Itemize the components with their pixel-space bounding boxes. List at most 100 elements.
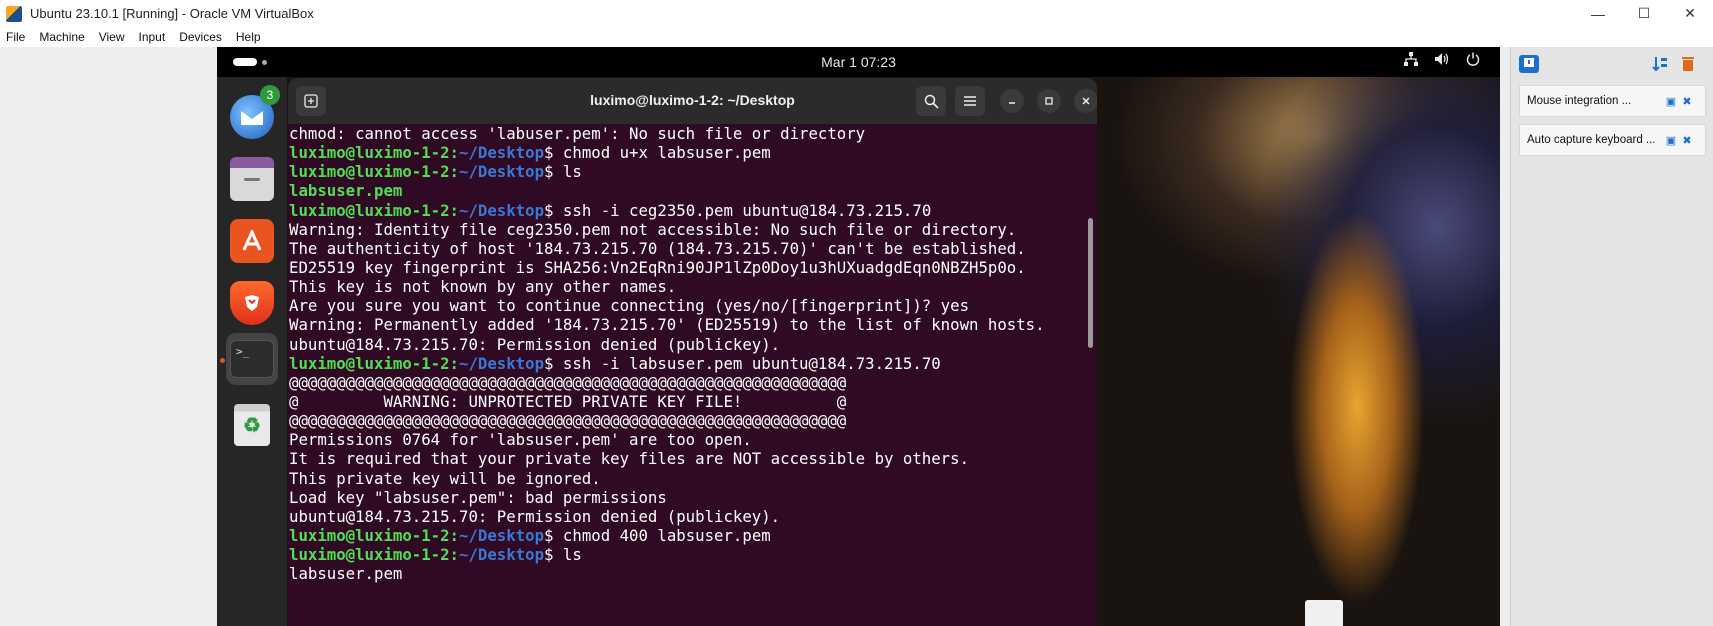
notification-center-icon[interactable] <box>1519 55 1539 73</box>
command-text: chmod 400 labsuser.pem <box>553 525 771 545</box>
brave-icon <box>230 281 274 325</box>
command-text: ls <box>553 162 582 182</box>
terminal-line: labsuser.pem <box>289 181 1089 200</box>
terminal-line: luximo@luximo-1-2:~/Desktop$ chmod 400 l… <box>289 526 1089 545</box>
notification-auto-capture[interactable]: Auto capture keyboard ... ▣ ✖ <box>1519 124 1706 156</box>
prompt-user: luximo@luximo-1-2: <box>289 143 460 163</box>
dock-item-thunderbird[interactable]: 3 <box>226 85 280 143</box>
menu-devices[interactable]: Devices <box>179 30 222 44</box>
power-icon[interactable] <box>1466 52 1480 69</box>
gnome-topbar: Mar 1 07:23 <box>217 47 1500 77</box>
terminal-minimize-button[interactable] <box>1000 89 1024 113</box>
info-toggle-icon[interactable]: ▣ <box>1663 95 1679 108</box>
file-entry: labsuser.pem <box>289 181 403 201</box>
search-button[interactable] <box>916 86 946 116</box>
menu-machine[interactable]: Machine <box>39 30 84 44</box>
output-text: Permissions 0764 for 'labsuser.pem' are … <box>289 430 752 450</box>
terminal-line: luximo@luximo-1-2:~/Desktop$ ls <box>289 545 1089 564</box>
host-left-margin <box>0 47 217 626</box>
terminal-line: Load key "labsuser.pem": bad permissions <box>289 488 1089 507</box>
prompt-user: luximo@luximo-1-2: <box>289 525 460 545</box>
dock-item-terminal[interactable]: >_ <box>226 333 278 385</box>
menu-file[interactable]: File <box>6 30 25 44</box>
output-text: Warning: Identity file ceg2350.pem not a… <box>289 219 1017 239</box>
app-center-icon <box>230 219 274 263</box>
menu-button[interactable] <box>955 86 985 116</box>
active-app-indicator <box>220 358 225 363</box>
host-menubar: File Machine View Input Devices Help <box>0 27 1713 47</box>
terminal-line: @@@@@@@@@@@@@@@@@@@@@@@@@@@@@@@@@@@@@@@@… <box>289 373 1089 392</box>
dock-item-brave[interactable] <box>226 277 278 329</box>
prompt-path: ~/Desktop <box>459 143 545 163</box>
terminal-line: The authenticity of host '184.73.215.70 … <box>289 239 1089 258</box>
close-icon <box>1082 97 1090 105</box>
terminal-line: ubuntu@184.73.215.70: Permission denied … <box>289 335 1089 354</box>
prompt-path: ~/Desktop <box>459 200 545 220</box>
notification-label: Auto capture keyboard ... <box>1527 134 1656 146</box>
terminal-maximize-button[interactable] <box>1037 89 1061 113</box>
maximize-button[interactable]: ☐ <box>1621 0 1667 27</box>
info-toggle-icon[interactable]: ▣ <box>1663 134 1679 147</box>
terminal-line: Warning: Permanently added '184.73.215.7… <box>289 315 1089 334</box>
terminal-line: luximo@luximo-1-2:~/Desktop$ ssh -i ceg2… <box>289 201 1089 220</box>
terminal-headerbar: luximo@luximo-1-2: ~/Desktop <box>288 78 1097 124</box>
output-text: @@@@@@@@@@@@@@@@@@@@@@@@@@@@@@@@@@@@@@@@… <box>289 372 847 392</box>
sort-icon[interactable] <box>1651 55 1669 78</box>
output-text: It is required that your private key fil… <box>289 449 970 469</box>
host-titlebar: Ubuntu 23.10.1 [Running] - Oracle VM Vir… <box>0 0 1713 27</box>
dock-item-trash[interactable]: ♻ <box>226 399 278 451</box>
terminal-line: Warning: Identity file ceg2350.pem not a… <box>289 220 1089 239</box>
output-text: ubuntu@184.73.215.70: Permission denied … <box>289 334 781 354</box>
files-icon <box>230 157 274 201</box>
clock[interactable]: Mar 1 07:23 <box>217 54 1500 70</box>
prompt-user: luximo@luximo-1-2: <box>289 200 460 220</box>
notification-mouse-integration[interactable]: Mouse integration ... ▣ ✖ <box>1519 85 1706 117</box>
prompt-path: ~/Desktop <box>459 545 545 565</box>
terminal-close-button[interactable] <box>1074 89 1097 113</box>
close-button[interactable]: ✕ <box>1667 0 1713 27</box>
volume-icon[interactable] <box>1434 52 1450 69</box>
command-text: ssh -i labsuser.pem ubuntu@184.73.215.70 <box>553 353 941 373</box>
prompt-user: luximo@luximo-1-2: <box>289 162 460 182</box>
close-icon[interactable]: ✖ <box>1679 95 1695 108</box>
terminal-window[interactable]: luximo@luximo-1-2: ~/Desktop chmod: cann… <box>288 78 1097 626</box>
terminal-line: chmod: cannot access 'labuser.pem': No s… <box>289 124 1089 143</box>
command-text: chmod u+x labsuser.pem <box>553 143 771 163</box>
window-controls: — ☐ ✕ <box>1575 0 1713 27</box>
output-text: The authenticity of host '184.73.215.70 … <box>289 238 1026 258</box>
guest-screen[interactable]: Mar 1 07:23 3 >_ ♻ luximo@luximo-1-2: ~/… <box>217 47 1500 626</box>
menu-help[interactable]: Help <box>236 30 261 44</box>
output-text: labsuser.pem <box>289 564 403 584</box>
clear-notifications-icon[interactable] <box>1679 55 1697 78</box>
terminal-line: It is required that your private key fil… <box>289 449 1089 468</box>
output-text: @@@@@@@@@@@@@@@@@@@@@@@@@@@@@@@@@@@@@@@@… <box>289 411 847 431</box>
prompt-path: ~/Desktop <box>459 353 545 373</box>
terminal-scrollbar[interactable] <box>1088 218 1093 348</box>
system-tray[interactable] <box>1404 52 1480 69</box>
close-icon[interactable]: ✖ <box>1679 134 1695 147</box>
prompt-path: ~/Desktop <box>459 162 545 182</box>
terminal-line: Are you sure you want to continue connec… <box>289 296 1089 315</box>
hamburger-icon <box>964 96 976 106</box>
output-text: chmod: cannot access 'labuser.pem': No s… <box>289 124 866 143</box>
terminal-line: ED25519 key fingerprint is SHA256:Vn2EqR… <box>289 258 1089 277</box>
output-text: This key is not known by any other names… <box>289 277 677 297</box>
network-icon[interactable] <box>1404 52 1418 69</box>
menu-input[interactable]: Input <box>139 30 166 44</box>
terminal-line: luximo@luximo-1-2:~/Desktop$ ls <box>289 162 1089 181</box>
prompt-user: luximo@luximo-1-2: <box>289 545 460 565</box>
command-text: ls <box>553 545 582 565</box>
desktop-file-icon[interactable] <box>1305 600 1343 626</box>
terminal-output[interactable]: chmod: cannot access 'labuser.pem': No s… <box>288 124 1089 626</box>
dock-item-files[interactable] <box>226 153 278 205</box>
menu-view[interactable]: View <box>99 30 125 44</box>
terminal-icon: >_ <box>230 340 274 378</box>
terminal-line: Permissions 0764 for 'labsuser.pem' are … <box>289 430 1089 449</box>
trash-icon: ♻ <box>234 404 270 446</box>
output-text: @ WARNING: UNPROTECTED PRIVATE KEY FILE!… <box>289 391 847 411</box>
dock-item-app-center[interactable] <box>226 215 278 267</box>
output-text: Warning: Permanently added '184.73.215.7… <box>289 315 1045 335</box>
minimize-button[interactable]: — <box>1575 0 1621 27</box>
terminal-line: ubuntu@184.73.215.70: Permission denied … <box>289 507 1089 526</box>
output-text: Load key "labsuser.pem": bad permissions <box>289 487 667 507</box>
